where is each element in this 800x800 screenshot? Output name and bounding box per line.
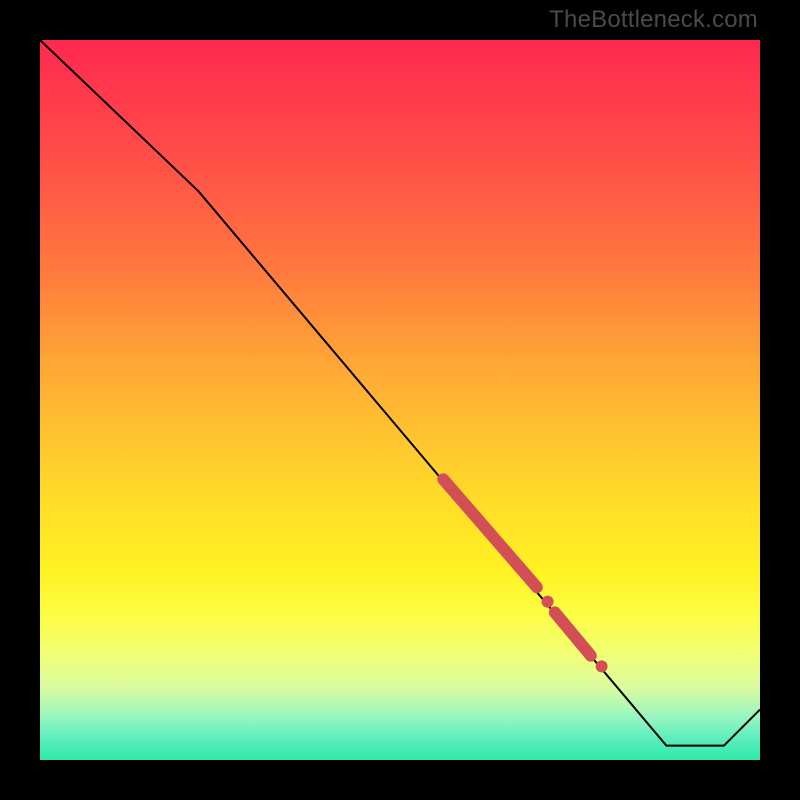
plot-area <box>40 40 760 760</box>
chart-canvas: TheBottleneck.com <box>0 0 800 800</box>
watermark-text: TheBottleneck.com <box>549 6 758 34</box>
